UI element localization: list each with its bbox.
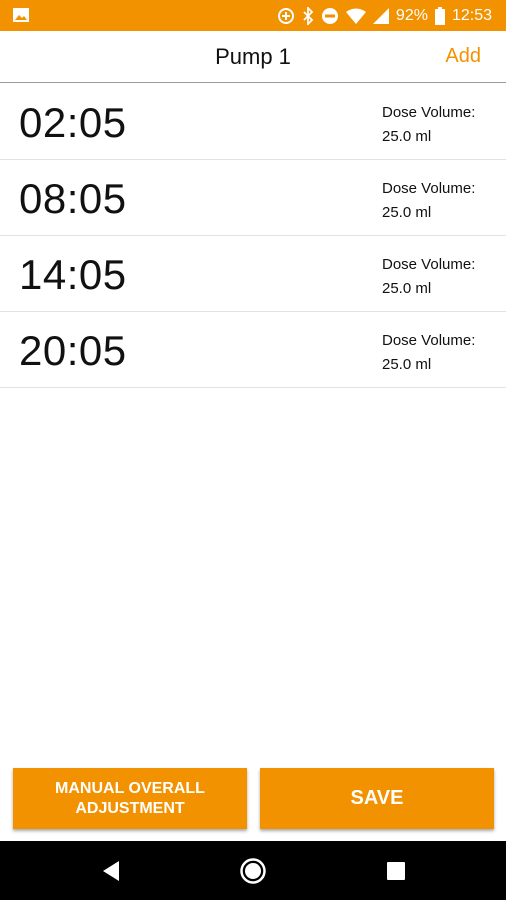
status-time: 12:53 [451, 6, 492, 24]
dose-volume-value: 25.0 ml [382, 204, 432, 221]
bottom-button-bar: MANUAL OVERALL ADJUSTMENT SAVE [0, 767, 506, 831]
battery-icon [434, 6, 445, 25]
list-item[interactable]: 02:05 Dose Volume: 25.0 ml [0, 84, 506, 160]
list-item[interactable]: 08:05 Dose Volume: 25.0 ml [0, 160, 506, 236]
save-button[interactable]: SAVE [260, 768, 494, 829]
data-saver-icon [277, 7, 295, 25]
image-icon [12, 7, 30, 23]
dose-volume-label: Dose Volume: [382, 180, 476, 197]
wifi-icon [345, 8, 366, 24]
dose-time: 08:05 [19, 175, 127, 222]
dose-info: Dose Volume: 25.0 ml [382, 177, 475, 225]
bluetooth-icon [302, 6, 314, 25]
dose-time: 02:05 [19, 99, 127, 146]
dose-info: Dose Volume: 25.0 ml [382, 253, 475, 301]
dose-info: Dose Volume: 25.0 ml [382, 329, 475, 377]
home-icon[interactable] [223, 841, 283, 900]
list-item[interactable]: 20:05 Dose Volume: 25.0 ml [0, 312, 506, 388]
app-bar: Pump 1 Add [0, 31, 506, 83]
dose-volume-value: 25.0 ml [382, 128, 432, 145]
manual-overall-adjustment-button[interactable]: MANUAL OVERALL ADJUSTMENT [13, 768, 247, 829]
dose-time: 20:05 [19, 327, 127, 374]
back-icon[interactable] [81, 841, 141, 900]
do-not-disturb-icon [321, 7, 339, 25]
dose-time: 14:05 [19, 251, 127, 298]
battery-percent: 92% [395, 6, 428, 24]
page-title: Pump 1 [215, 44, 291, 69]
recents-icon[interactable] [366, 841, 426, 900]
add-button[interactable]: Add [445, 45, 481, 68]
dose-info: Dose Volume: 25.0 ml [382, 101, 475, 149]
dose-volume-label: Dose Volume: [382, 256, 476, 273]
list-item[interactable]: 14:05 Dose Volume: 25.0 ml [0, 236, 506, 312]
dose-volume-label: Dose Volume: [382, 332, 476, 349]
dose-volume-value: 25.0 ml [382, 280, 432, 297]
dose-volume-label: Dose Volume: [382, 104, 476, 121]
dose-list: 02:05 Dose Volume: 25.0 ml 08:05 Dose Vo… [0, 84, 506, 388]
status-bar: 92% 12:53 [0, 0, 506, 31]
signal-icon [372, 7, 389, 24]
navigation-bar [0, 841, 506, 900]
dose-volume-value: 25.0 ml [382, 356, 432, 373]
